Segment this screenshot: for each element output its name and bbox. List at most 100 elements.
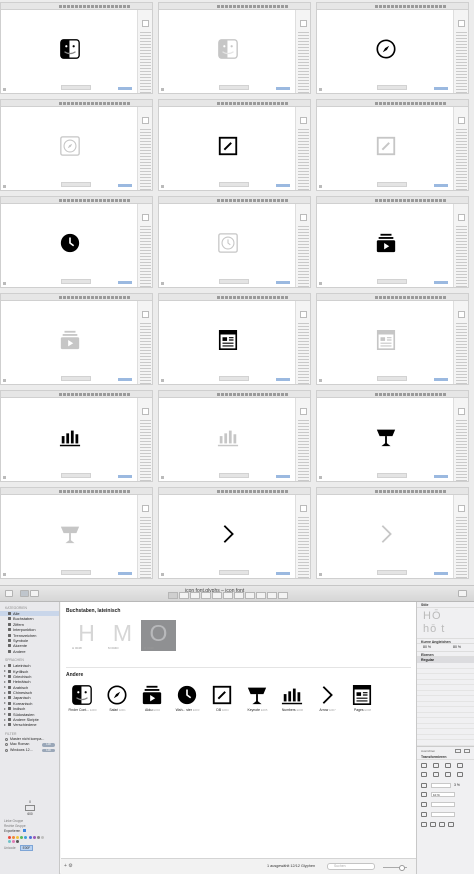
disclosure-triangle-icon[interactable] [4,686,6,689]
select-tool[interactable] [168,592,178,599]
draw-tool[interactable] [179,592,189,599]
curve-percent-left[interactable]: 80 % [423,645,431,649]
glyph-cell[interactable]: DB E004 [205,682,240,720]
glyph-cell[interactable]: Keynote E005 [240,682,275,720]
pen-tool[interactable] [190,592,200,599]
flip-icon[interactable] [445,762,451,768]
glyph-cell[interactable]: Safari E001 [100,682,135,720]
slant-icon[interactable] [421,801,427,807]
category-icon [8,622,11,626]
color-label-dot[interactable] [11,839,15,843]
color-label-dot[interactable] [32,835,36,839]
category-icon [8,638,11,642]
offset-field[interactable] [431,811,455,817]
glyph-cell[interactable]: Finder Cont... E000 [65,682,100,720]
frame-inspector [295,398,310,481]
rotate-icon[interactable] [421,791,427,797]
glyph-cell[interactable]: HH 0048 [69,620,104,651]
language-label: Griechisch [13,673,32,679]
align-right-icon[interactable] [445,771,451,777]
category-icon [8,696,11,700]
scale-icon[interactable] [421,782,427,788]
align-left-icon[interactable] [421,771,427,777]
color-label-dot[interactable] [36,835,40,839]
color-label-dot[interactable] [15,839,19,843]
disclosure-triangle-icon[interactable] [4,696,6,699]
color-label-dot[interactable] [11,835,15,839]
color-label-dot[interactable] [24,835,28,839]
frame-inspector [453,10,468,93]
sidebar-toggle-button[interactable] [5,590,13,597]
disclosure-triangle-icon[interactable] [4,702,6,705]
disclosure-triangle-icon[interactable] [4,713,6,716]
language-label: Chinesisch [13,690,33,696]
glyph-cell[interactable]: MM 004D [105,620,140,651]
color-label-dot[interactable] [28,835,32,839]
glyph-cell[interactable]: Numbers E006 [275,682,310,720]
search-input[interactable]: Suchen [327,863,375,870]
glyph-cell[interactable]: OO 004F [141,620,176,651]
zoom-slider[interactable] [383,865,407,871]
color-label-dot[interactable] [7,839,11,843]
slant-field[interactable] [431,801,455,807]
disclosure-triangle-icon[interactable] [4,691,6,694]
align-grid-icon[interactable] [421,762,427,768]
align-middle-icon[interactable] [433,771,439,777]
glyph-cell[interactable]: Arrow E007 [310,682,345,720]
frame-status-indicator [434,87,448,90]
category-item[interactable]: Andere [0,649,59,654]
glyph-cell[interactable]: Pages E008 [345,682,380,720]
glyph-cell[interactable]: Wah... ster E003 [170,682,205,720]
language-list: Lateinisch Kyrillisch Griechisch Hebräisch A… [0,663,59,728]
knife-tool[interactable] [223,592,233,599]
language-label: Andere Skripte [13,717,39,723]
correct-direction-icon[interactable] [448,821,454,827]
remove-overlap-icon[interactable] [439,821,445,827]
align-center-icon[interactable] [433,762,439,768]
color-label-dot[interactable] [20,835,24,839]
rotate-field[interactable]: 10 % [431,791,455,797]
grid-view-button[interactable] [20,590,29,597]
subtract-icon[interactable] [421,821,427,827]
video-stack-icon [375,232,397,254]
list-view-button[interactable] [30,590,39,597]
union-icon[interactable] [421,811,427,817]
export-checkbox[interactable] [23,829,27,832]
inspector-toggle-button[interactable] [458,590,467,597]
add-glyph-button[interactable]: + ⚙ [64,863,73,869]
rotate-tool[interactable] [234,592,244,599]
disclosure-triangle-icon[interactable] [4,723,6,726]
distribute-icon[interactable] [457,771,463,777]
color-label-dot[interactable] [15,835,19,839]
layer-options-icon[interactable] [464,748,470,753]
curve-percent-right[interactable]: 80 % [453,645,461,649]
color-label-dot[interactable] [41,835,45,839]
scale-field[interactable] [431,782,451,788]
filter-item[interactable]: Windows 12... 14/0 [0,748,59,753]
scale-tool[interactable] [245,592,255,599]
brush-tool[interactable] [201,592,211,599]
disclosure-triangle-icon[interactable] [4,707,6,710]
disclosure-triangle-icon[interactable] [4,680,6,683]
category-label: Interpunktion [13,627,36,633]
zoom-tool[interactable] [278,592,288,599]
language-item[interactable]: Verschiedene [0,722,59,727]
frame-toolbar [1,391,152,398]
animation-frames-grid [0,0,474,585]
unicode-field[interactable]: E00F [19,845,34,852]
add-layer-icon[interactable] [455,748,461,753]
category-icon [8,628,11,632]
rect-tool[interactable] [212,592,222,599]
hand-tool[interactable] [267,592,277,599]
intersect-icon[interactable] [430,821,436,827]
frame-corner [3,379,6,382]
text-tool[interactable] [256,592,266,599]
filter-count-badge: 14/0 [42,748,55,752]
mirror-icon[interactable] [457,762,463,768]
color-label-dot[interactable] [7,835,11,839]
disclosure-triangle-icon[interactable] [4,664,6,667]
disclosure-triangle-icon[interactable] [4,675,6,678]
disclosure-triangle-icon[interactable] [4,718,6,721]
disclosure-triangle-icon[interactable] [4,670,6,673]
glyph-cell[interactable]: Akku E002 [135,682,170,720]
